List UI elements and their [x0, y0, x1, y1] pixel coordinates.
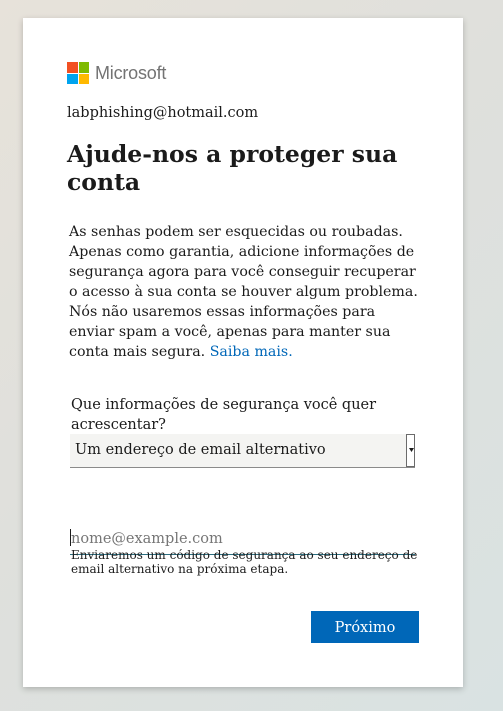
learn-more-link[interactable]: Saiba mais. [210, 344, 293, 360]
security-info-select[interactable]: Um endereço de email alternativo [70, 434, 415, 468]
microsoft-logo-icon [67, 62, 89, 84]
next-button[interactable]: Próximo [311, 611, 419, 643]
page-title: Ajude-nos a proteger sua conta [67, 140, 398, 196]
select-value: Um endereço de email alternativo [75, 442, 326, 458]
security-info-card: Microsoft labphishing@hotmail.com Ajude-… [23, 18, 463, 687]
security-code-hint: Enviaremos um código de segurança ao seu… [71, 548, 418, 576]
security-question-label: Que informações de segurança você quer a… [71, 397, 377, 433]
page-description: As senhas podem ser esquecidas ou roubad… [69, 222, 424, 362]
logo-text: Microsoft [95, 62, 167, 83]
chevron-down-icon[interactable] [406, 434, 415, 467]
description-text: As senhas podem ser esquecidas ou roubad… [69, 224, 418, 360]
account-email: labphishing@hotmail.com [67, 105, 259, 121]
microsoft-logo: Microsoft [67, 62, 166, 84]
text-caret [70, 529, 71, 546]
